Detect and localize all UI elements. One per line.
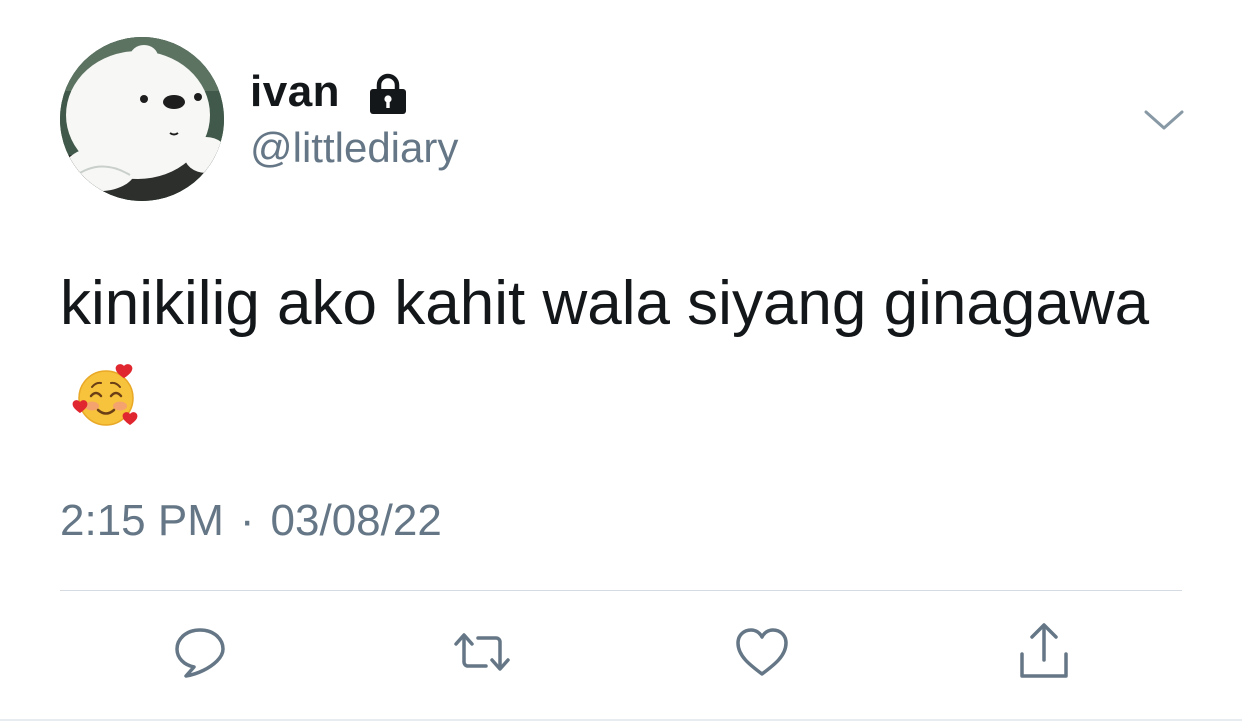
reply-icon — [175, 628, 225, 678]
bottom-divider — [0, 719, 1242, 721]
lock-icon — [368, 72, 408, 116]
share-button[interactable] — [1012, 620, 1076, 684]
tweet-text: kinikilig ako kahit wala siyang ginagawa — [60, 254, 1160, 454]
polar-bear-avatar-icon — [60, 37, 224, 201]
tweet-card: ivan @littlediary kinikilig ako kahit wa… — [0, 0, 1242, 723]
action-bar — [0, 620, 1242, 690]
author-handle[interactable]: @littlediary — [250, 124, 458, 172]
retweet-icon — [454, 633, 510, 671]
retweet-button[interactable] — [450, 620, 514, 684]
meta-separator: · — [239, 496, 255, 545]
author-name-row: ivan — [250, 64, 408, 120]
divider — [60, 590, 1182, 591]
tweet-date: 03/08/22 — [270, 496, 442, 545]
share-icon — [1020, 623, 1068, 678]
chevron-down-icon[interactable] — [1142, 104, 1186, 134]
tweet-meta: 2:15 PM · 03/08/22 — [60, 496, 442, 546]
tweet-body: kinikilig ako kahit wala siyang ginagawa — [60, 269, 1150, 338]
tweet-time: 2:15 PM — [60, 496, 224, 545]
reply-button[interactable] — [168, 620, 232, 684]
display-name[interactable]: ivan — [250, 67, 340, 117]
like-button[interactable] — [730, 620, 794, 684]
smiling-face-with-hearts-icon — [72, 360, 140, 428]
avatar[interactable] — [60, 37, 224, 201]
heart-icon — [736, 628, 788, 676]
